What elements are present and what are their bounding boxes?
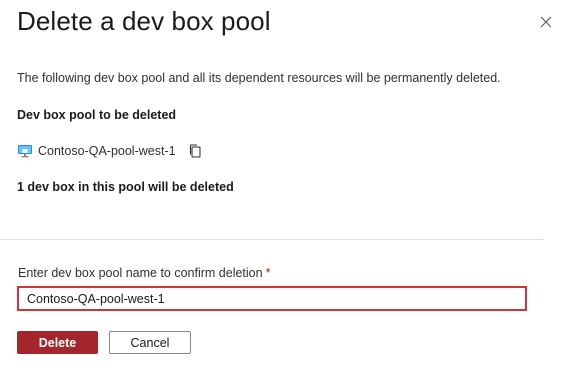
dialog-description: The following dev box pool and all its d… (17, 71, 501, 85)
delete-button[interactable]: Delete (17, 331, 98, 354)
delete-dev-box-pool-panel: Delete a dev box pool The following dev … (0, 0, 573, 373)
copy-icon[interactable] (187, 143, 203, 159)
confirm-label-text: Enter dev box pool name to confirm delet… (18, 266, 263, 280)
confirm-pool-name-input[interactable] (17, 286, 527, 311)
required-marker: * (265, 266, 271, 280)
close-icon (540, 16, 552, 28)
pool-name: Contoso-QA-pool-west-1 (38, 144, 176, 158)
pool-row: Contoso-QA-pool-west-1 (17, 142, 203, 160)
confirm-label: Enter dev box pool name to confirm delet… (18, 266, 270, 280)
cancel-button[interactable]: Cancel (109, 331, 191, 354)
dev-box-count-warning: 1 dev box in this pool will be deleted (17, 180, 234, 194)
divider (0, 239, 543, 240)
close-button[interactable] (532, 8, 560, 36)
pool-section-label: Dev box pool to be deleted (17, 108, 177, 122)
dialog-title: Delete a dev box pool (17, 6, 271, 36)
dev-box-pool-icon (17, 143, 33, 159)
